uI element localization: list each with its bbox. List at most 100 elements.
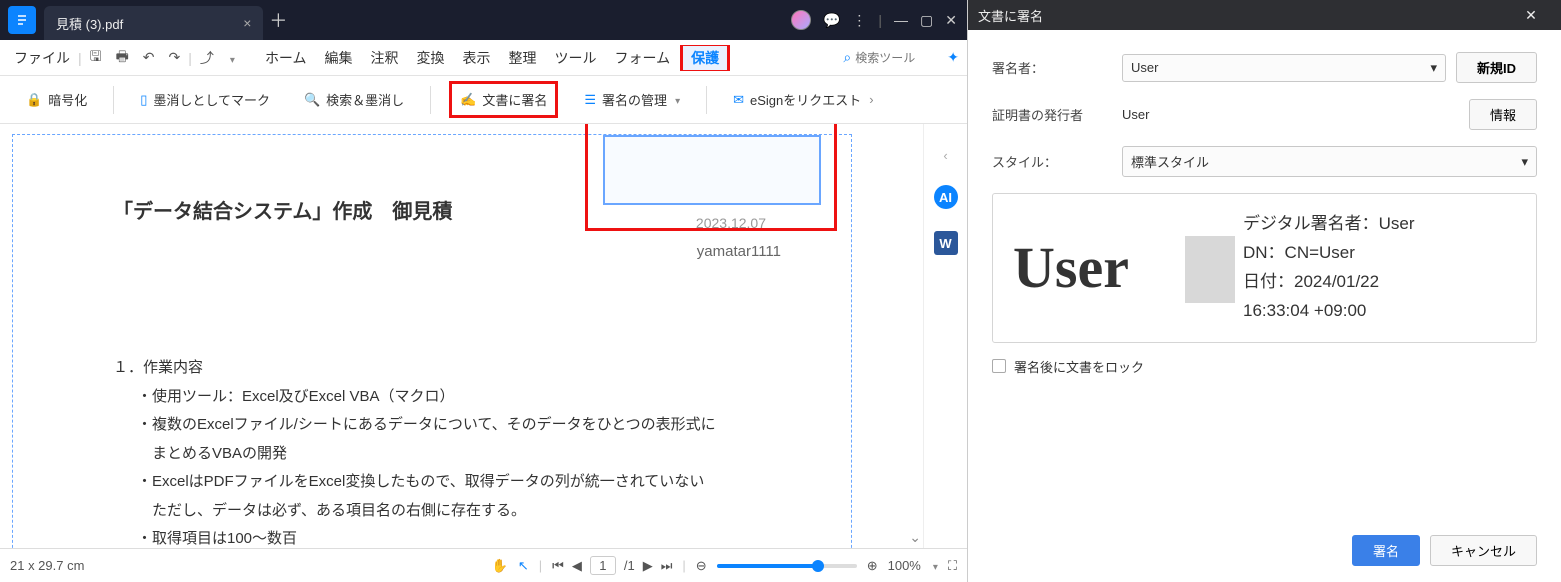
tab-convert[interactable]: 変換: [409, 44, 453, 72]
lock-after-sign[interactable]: 署名後に文書をロック: [992, 357, 1537, 376]
editor-window: 見積 (3).pdf × ＋ 💬 ⋮ | — ▢ ✕ ファイル | 🖫 🖶 ↶ …: [0, 0, 968, 582]
minimize-icon[interactable]: —: [894, 12, 908, 28]
document-tab[interactable]: 見積 (3).pdf ×: [44, 6, 263, 40]
cancel-button[interactable]: キャンセル: [1430, 535, 1537, 566]
lock-icon: 🔒: [26, 92, 42, 108]
scroll-down-icon[interactable]: ⌄: [909, 529, 921, 546]
signature-preview: User デジタル署名者：User DN：CN=User 日付：2024/01/…: [992, 193, 1537, 343]
body-line: ただし、データは必ず、ある項目名の右側に存在する。: [113, 497, 751, 526]
checkbox-icon[interactable]: [992, 359, 1006, 373]
page-total: /1: [624, 558, 635, 573]
next-page-icon[interactable]: ▶: [643, 558, 653, 574]
tab-view[interactable]: 表示: [455, 44, 499, 72]
chat-icon[interactable]: 💬: [823, 12, 840, 29]
print-icon[interactable]: 🖶: [110, 42, 135, 74]
signer-label: 署名者：: [992, 58, 1112, 77]
style-label: スタイル：: [992, 152, 1112, 171]
body-line: ・使用ツール：Excel及びExcel VBA（マクロ）: [113, 383, 751, 412]
dialog-close-icon[interactable]: ✕: [1511, 7, 1551, 24]
page-navigator: ⏮ ◀ 1 /1 ▶ ⏭: [552, 556, 672, 575]
doc-body: １．作業内容 ・使用ツール：Excel及びExcel VBA（マクロ） ・複数の…: [113, 354, 751, 548]
word-badge-icon[interactable]: W: [934, 231, 958, 255]
new-id-button[interactable]: 新規ID: [1456, 52, 1537, 83]
body-line: ・ExcelはPDFファイルをExcel変換したもので、取得データの列が統一され…: [113, 468, 751, 497]
first-page-icon[interactable]: ⏮: [552, 558, 564, 574]
signer-select[interactable]: User ▾: [1122, 54, 1446, 82]
tab-tools[interactable]: ツール: [547, 44, 605, 72]
hand-tool-icon[interactable]: ✋: [492, 558, 508, 574]
body-line: ・取得項目は100～数百: [113, 525, 751, 548]
search-redact-button[interactable]: 🔍検索＆墨消し: [296, 84, 412, 115]
body-line: まとめるVBAの開発: [113, 440, 751, 469]
zoom-slider[interactable]: [717, 564, 857, 568]
redact-icon: ▯: [140, 92, 147, 108]
zoom-value[interactable]: 100%: [888, 558, 921, 573]
manage-signature-button[interactable]: ☰署名の管理: [576, 84, 688, 115]
doc-author: yamatar1111: [697, 243, 781, 260]
redact-mark-button[interactable]: ▯墨消しとしてマーク: [132, 84, 278, 115]
maximize-icon[interactable]: ▢: [920, 12, 933, 29]
share-menu[interactable]: [222, 46, 241, 70]
tab-form[interactable]: フォーム: [607, 44, 679, 72]
tab-protect[interactable]: 保護: [683, 46, 727, 70]
style-value: 標準スタイル: [1131, 152, 1209, 171]
prev-page-icon[interactable]: ◀: [572, 558, 582, 574]
section-heading: １．作業内容: [113, 354, 751, 383]
search-input[interactable]: [855, 51, 935, 65]
app-icon[interactable]: [8, 6, 36, 34]
zoom-out-icon[interactable]: ⊖: [696, 558, 707, 574]
search-redact-icon: 🔍: [304, 92, 320, 108]
pdf-page: 2023.12.07 yamatar1111 「データ結合システム」作成 御見積…: [12, 134, 852, 548]
signature-field[interactable]: [603, 135, 821, 205]
style-select[interactable]: 標準スタイル ▾: [1122, 146, 1537, 177]
share-icon[interactable]: ⤴: [194, 44, 220, 72]
close-window-icon[interactable]: ✕: [945, 12, 957, 29]
select-tool-icon[interactable]: ↖: [518, 558, 529, 574]
body-line: ・複数のExcelファイル/シートにあるデータについて、そのデータをひとつの表形…: [113, 411, 751, 440]
esign-request-button[interactable]: ✉eSignをリクエスト›: [725, 84, 882, 115]
sparkle-icon[interactable]: ✦: [947, 49, 959, 66]
close-tab-icon[interactable]: ×: [243, 15, 251, 31]
preview-name: User: [1013, 234, 1233, 301]
tab-edit[interactable]: 編集: [317, 44, 361, 72]
sign-document-button[interactable]: ✍文書に署名: [449, 81, 558, 118]
tab-home[interactable]: ホーム: [257, 44, 315, 72]
menubar: ファイル | 🖫 🖶 ↶ ↷ | ⤴ ホーム 編集 注釈 変換 表示 整理 ツー…: [0, 40, 967, 76]
right-sidepanel: ‹ AI W: [923, 124, 967, 548]
statusbar: 21 x 29.7 cm ✋ ↖ | ⏮ ◀ 1 /1 ▶ ⏭ | ⊖ ⊕ 10…: [0, 548, 967, 582]
page-area[interactable]: 2023.12.07 yamatar1111 「データ結合システム」作成 御見積…: [0, 124, 923, 548]
collapse-icon[interactable]: ‹: [943, 148, 947, 163]
preview-details: デジタル署名者：User DN：CN=User 日付：2024/01/22 16…: [1243, 210, 1415, 326]
page-number[interactable]: 1: [590, 556, 616, 575]
chevron-down-icon: ▾: [1521, 154, 1528, 170]
undo-icon[interactable]: ↶: [137, 45, 161, 70]
issuer-value: User: [1122, 107, 1459, 122]
search-tools[interactable]: ⌕: [843, 49, 935, 66]
encrypt-button[interactable]: 🔒暗号化: [18, 84, 95, 115]
dialog-title: 文書に署名: [978, 6, 1043, 25]
ai-badge-icon[interactable]: AI: [934, 185, 958, 209]
last-page-icon[interactable]: ⏭: [661, 558, 673, 574]
kebab-icon[interactable]: ⋮: [852, 12, 866, 29]
redo-icon[interactable]: ↷: [163, 45, 187, 70]
info-button[interactable]: 情報: [1469, 99, 1537, 130]
doc-date: 2023.12.07: [696, 215, 766, 231]
new-tab-button[interactable]: ＋: [263, 7, 293, 33]
tab-title: 見積 (3).pdf: [56, 14, 123, 33]
dialog-footer: 署名 キャンセル: [968, 519, 1561, 582]
page-dimensions: 21 x 29.7 cm: [10, 558, 84, 573]
menu-file[interactable]: ファイル: [8, 44, 76, 72]
tab-annotate[interactable]: 注釈: [363, 44, 407, 72]
sign-button[interactable]: 署名: [1352, 535, 1420, 566]
tab-organize[interactable]: 整理: [501, 44, 545, 72]
content-area: 2023.12.07 yamatar1111 「データ結合システム」作成 御見積…: [0, 124, 967, 548]
search-icon: ⌕: [843, 49, 851, 66]
zoom-in-icon[interactable]: ⊕: [867, 558, 878, 574]
user-avatar[interactable]: [791, 10, 811, 30]
titlebar: 見積 (3).pdf × ＋ 💬 ⋮ | — ▢ ✕: [0, 0, 967, 40]
save-icon[interactable]: 🖫: [84, 42, 108, 74]
esign-icon: ✉: [733, 92, 744, 108]
fullscreen-icon[interactable]: ⛶: [948, 558, 957, 574]
sign-dialog: 文書に署名 ✕ 署名者： User ▾ 新規ID 証明書の発行者 User 情報…: [968, 0, 1561, 582]
issuer-label: 証明書の発行者: [992, 105, 1112, 124]
